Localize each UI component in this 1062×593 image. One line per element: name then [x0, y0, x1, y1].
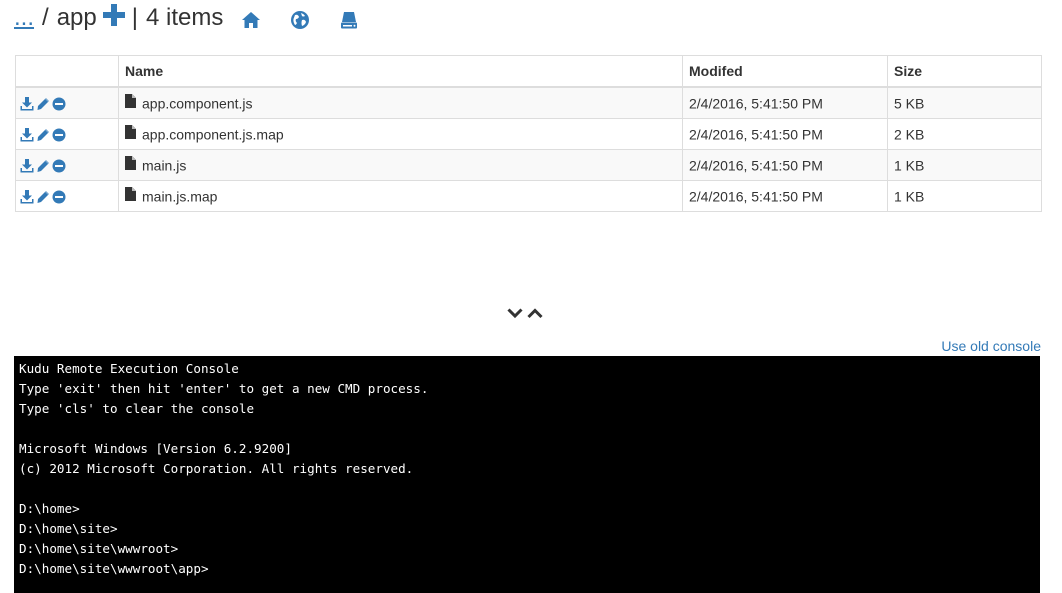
name-cell[interactable]: app.component.js.map [118, 118, 683, 150]
download-icon[interactable] [20, 97, 34, 111]
row-actions [15, 149, 119, 181]
file-size: 1 KB [894, 188, 925, 205]
modified-cell: 2/4/2016, 5:41:50 PM [682, 180, 888, 212]
name-cell[interactable]: app.component.js [118, 86, 683, 119]
name-cell[interactable]: main.js.map [118, 180, 683, 212]
table-row: app.component.js 2/4/2016, 5:41:50 PM 5 … [15, 86, 1042, 119]
file-icon [125, 125, 136, 140]
item-count: 4 items [145, 4, 224, 31]
file-icon [125, 187, 136, 202]
console-line: D:\home\site> [19, 521, 118, 536]
row-actions [15, 118, 119, 150]
file-name[interactable]: main.js.map [142, 189, 217, 205]
pencil-icon[interactable] [36, 190, 50, 204]
parent-folder-link[interactable]: ... [14, 4, 34, 32]
console-line: Type 'exit' then hit 'enter' to get a ne… [19, 381, 429, 396]
chevron-down-icon[interactable] [507, 306, 523, 324]
console-output[interactable]: Kudu Remote Execution Console Type 'exit'… [14, 356, 1040, 593]
file-size: 5 KB [894, 95, 925, 112]
modified-date: 2/4/2016, 5:41:50 PM [689, 95, 823, 112]
table-row: main.js 2/4/2016, 5:41:50 PM 1 KB [15, 149, 1042, 181]
size-column-header[interactable]: Size [887, 55, 1042, 88]
current-folder-name: app [56, 4, 97, 31]
name-column-header[interactable]: Name [118, 55, 683, 88]
modified-date: 2/4/2016, 5:41:50 PM [689, 188, 823, 205]
header-divider: | [131, 4, 138, 31]
modified-cell: 2/4/2016, 5:41:50 PM [682, 149, 888, 181]
file-icon [125, 94, 136, 109]
modified-cell: 2/4/2016, 5:41:50 PM [682, 86, 888, 119]
console-line: D:\home> [19, 501, 80, 516]
download-icon[interactable] [20, 159, 34, 173]
size-cell: 5 KB [887, 86, 1042, 119]
file-table: Name Modifed Size app.component.js 2/4/2… [15, 55, 1042, 212]
globe-icon[interactable] [290, 9, 312, 31]
console-line: D:\home\site\wwwroot> [19, 541, 179, 556]
modified-column-header[interactable]: Modifed [682, 55, 888, 88]
file-name[interactable]: app.component.js [142, 96, 253, 112]
row-actions [15, 86, 119, 119]
size-cell: 2 KB [887, 118, 1042, 150]
plus-icon[interactable] [102, 4, 125, 26]
file-size: 1 KB [894, 157, 925, 174]
modified-cell: 2/4/2016, 5:41:50 PM [682, 118, 888, 150]
drive-icon[interactable] [339, 9, 361, 31]
size-cell: 1 KB [887, 149, 1042, 181]
minus-circle-icon[interactable] [52, 128, 66, 142]
row-actions [15, 180, 119, 212]
size-cell: 1 KB [887, 180, 1042, 212]
minus-circle-icon[interactable] [52, 190, 66, 204]
table-row: main.js.map 2/4/2016, 5:41:50 PM 1 KB [15, 180, 1042, 212]
download-icon[interactable] [20, 128, 34, 142]
minus-circle-icon[interactable] [52, 159, 66, 173]
pencil-icon[interactable] [36, 159, 50, 173]
file-icon [125, 156, 136, 171]
use-old-console-link[interactable]: Use old console [941, 338, 1041, 354]
minus-circle-icon[interactable] [52, 97, 66, 111]
pencil-icon[interactable] [36, 97, 50, 111]
file-name[interactable]: app.component.js.map [142, 127, 284, 143]
console-line: (c) 2012 Microsoft Corporation. All righ… [19, 461, 414, 476]
name-cell[interactable]: main.js [118, 149, 683, 181]
table-header-row: Name Modifed Size [15, 55, 1042, 88]
console-line: Microsoft Windows [Version 6.2.9200] [19, 441, 292, 456]
modified-date: 2/4/2016, 5:41:50 PM [689, 157, 823, 174]
actions-column-header [15, 55, 119, 88]
download-icon[interactable] [20, 190, 34, 204]
file-size: 2 KB [894, 126, 925, 143]
home-icon[interactable] [241, 9, 263, 31]
console-line: D:\home\site\wwwroot\app> [19, 561, 209, 576]
table-row: app.component.js.map 2/4/2016, 5:41:50 P… [15, 118, 1042, 150]
panel-splitter[interactable] [507, 306, 543, 324]
modified-date: 2/4/2016, 5:41:50 PM [689, 126, 823, 143]
console-line: Type 'cls' to clear the console [19, 401, 255, 416]
chevron-up-icon[interactable] [527, 306, 543, 324]
file-name[interactable]: main.js [142, 158, 186, 174]
path-separator: / [42, 4, 49, 31]
pencil-icon[interactable] [36, 128, 50, 142]
breadcrumb: ... / app | 4 items [14, 2, 361, 34]
console-line: Kudu Remote Execution Console [19, 361, 239, 376]
